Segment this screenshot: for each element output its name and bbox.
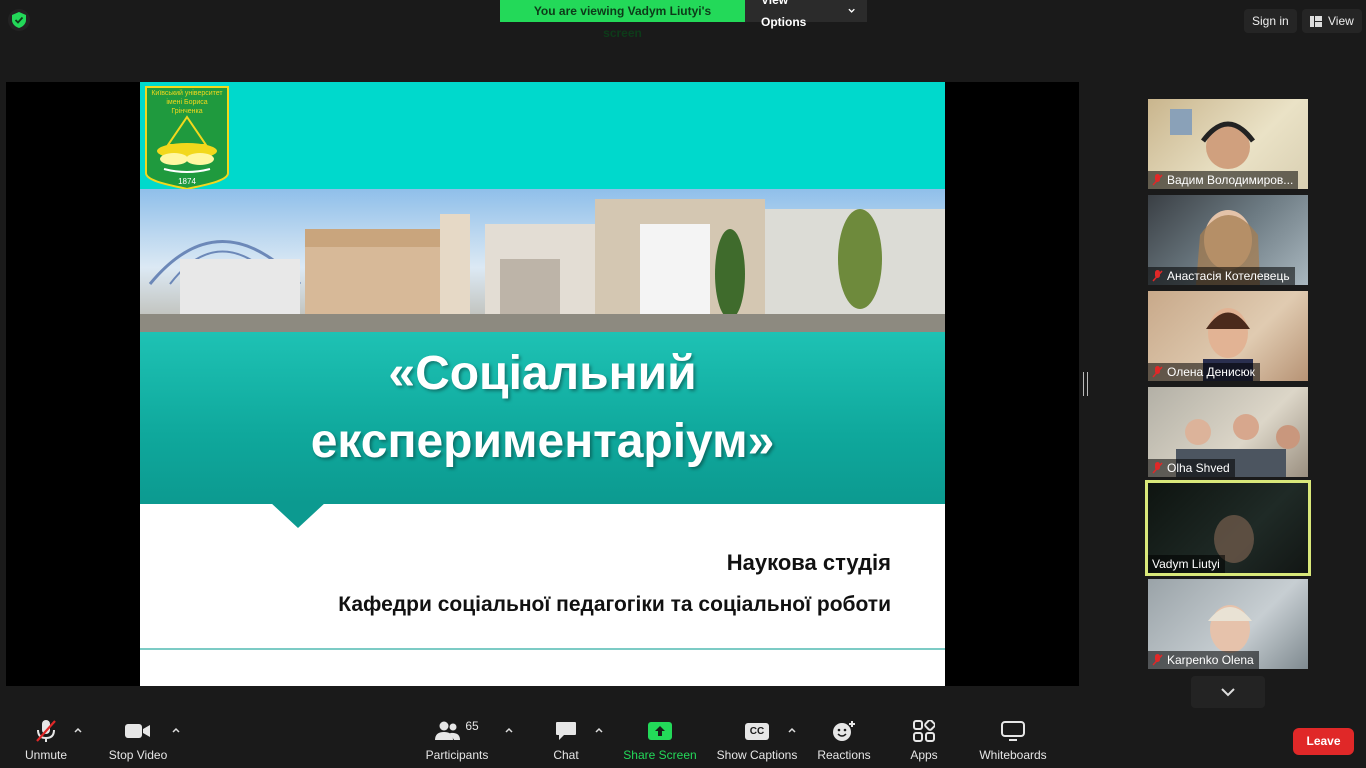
slide-title: «Соціальний експериментаріум» (140, 340, 945, 476)
security-shield-icon[interactable] (8, 9, 30, 31)
participant-name-text: Олена Денисюк (1167, 365, 1255, 379)
participant-tile[interactable]: Вадим Володимиров... (1148, 99, 1308, 189)
logo-year: 1874 (178, 177, 196, 186)
participants-count: 65 (465, 719, 479, 733)
muted-mic-icon (1152, 462, 1163, 474)
show-captions-button[interactable]: CC Show Captions (716, 718, 798, 762)
slide-header-band (140, 82, 945, 189)
muted-mic-icon (1152, 174, 1163, 186)
campus-photo-collage (140, 189, 945, 332)
participant-tile-active-speaker[interactable]: Vadym Liutyi (1145, 480, 1311, 576)
share-screen-label: Share Screen (623, 748, 697, 762)
logo-text-line1: Київський університет (151, 90, 223, 97)
show-captions-label: Show Captions (716, 748, 798, 762)
participants-icon (435, 721, 461, 740)
stop-video-label: Stop Video (108, 748, 168, 762)
slide-subtitle-department: Кафедри соціальної педагогіки та соціаль… (338, 593, 891, 616)
muted-microphone-icon (36, 720, 56, 742)
participants-options-caret-icon[interactable] (504, 726, 514, 734)
participant-name-text: Vadym Liutyi (1152, 557, 1220, 571)
presentation-slide: Київський університет імені Бориса Грінч… (140, 82, 945, 686)
apps-label: Apps (910, 748, 938, 762)
sign-in-button[interactable]: Sign in (1244, 9, 1297, 33)
gallery-next-page-button[interactable] (1191, 676, 1265, 708)
view-options-button[interactable]: View Options (745, 0, 867, 29)
video-options-caret-icon[interactable] (171, 726, 181, 734)
university-logo: Київський університет імені Бориса Грінч… (144, 85, 230, 191)
captions-options-caret-icon[interactable] (787, 726, 797, 734)
whiteboards-button[interactable]: Whiteboards (976, 718, 1050, 762)
participant-name-text: Вадим Володимиров... (1167, 173, 1294, 187)
view-label: View (1328, 14, 1354, 28)
muted-mic-icon (1152, 270, 1163, 282)
chat-button[interactable]: Chat (548, 718, 584, 762)
logo-text-line2: імені Бориса Грінченка (166, 99, 208, 115)
slide-divider (140, 648, 945, 650)
share-screen-button[interactable]: Share Screen (622, 718, 698, 762)
share-screen-icon (648, 722, 672, 740)
participants-label: Participants (425, 748, 489, 762)
chat-label: Chat (553, 748, 579, 762)
participant-name: Анастасія Котелевець (1148, 267, 1295, 285)
muted-mic-icon (1152, 366, 1163, 378)
whiteboard-icon (1001, 721, 1025, 741)
video-camera-icon (125, 724, 150, 738)
screen-share-banner: You are viewing Vadym Liutyi's screen Vi… (500, 0, 867, 40)
participant-name: Karpenko Olena (1148, 651, 1259, 669)
view-button[interactable]: View (1302, 9, 1362, 33)
unmute-button[interactable]: Unmute (20, 718, 72, 762)
audio-options-caret-icon[interactable] (73, 726, 83, 734)
participant-name: Вадим Володимиров... (1148, 171, 1299, 189)
apps-button[interactable]: Apps (904, 718, 944, 762)
slide-title-line2: експериментаріум» (310, 415, 775, 468)
unmute-label: Unmute (24, 748, 68, 762)
viewing-banner-text: You are viewing Vadym Liutyi's screen (500, 0, 745, 40)
reactions-button[interactable]: Reactions (814, 718, 874, 762)
participant-tile[interactable]: Karpenko Olena (1148, 579, 1308, 669)
gallery-resize-handle[interactable] (1083, 372, 1088, 396)
participant-name: Vadym Liutyi (1148, 555, 1225, 573)
logo-text: Київський університет імені Бориса Грінч… (150, 89, 224, 116)
reactions-smiley-icon (833, 721, 855, 741)
participants-button[interactable]: 65 Participants (422, 718, 492, 762)
participant-tile[interactable]: Анастасія Котелевець (1148, 195, 1308, 285)
view-grid-icon (1310, 15, 1322, 27)
closed-captions-icon: CC (745, 722, 769, 740)
chat-bubble-icon (556, 722, 576, 740)
leave-meeting-button[interactable]: Leave (1293, 728, 1354, 755)
chat-options-caret-icon[interactable] (594, 726, 604, 734)
participant-tile[interactable]: Olha Shved (1148, 387, 1308, 477)
muted-mic-icon (1152, 654, 1163, 666)
slide-title-line1: «Соціальний (388, 347, 697, 400)
slide-subtitle-studio: Наукова студія (726, 550, 891, 575)
participant-tile[interactable]: Олена Денисюк (1148, 291, 1308, 381)
participant-name: Олена Денисюк (1148, 363, 1260, 381)
participant-name-text: Анастасія Котелевець (1167, 269, 1290, 283)
stop-video-button[interactable]: Stop Video (106, 718, 170, 762)
whiteboards-label: Whiteboards (979, 748, 1047, 762)
apps-icon (913, 720, 935, 742)
chevron-down-icon (1221, 688, 1235, 697)
participant-name-text: Olha Shved (1167, 461, 1230, 475)
participant-name: Olha Shved (1148, 459, 1235, 477)
view-options-label: View Options (761, 0, 807, 29)
chevron-down-icon (848, 8, 855, 13)
reactions-label: Reactions (817, 748, 871, 762)
participant-name-text: Karpenko Olena (1167, 653, 1254, 667)
slide-pointer-shape (270, 502, 326, 528)
